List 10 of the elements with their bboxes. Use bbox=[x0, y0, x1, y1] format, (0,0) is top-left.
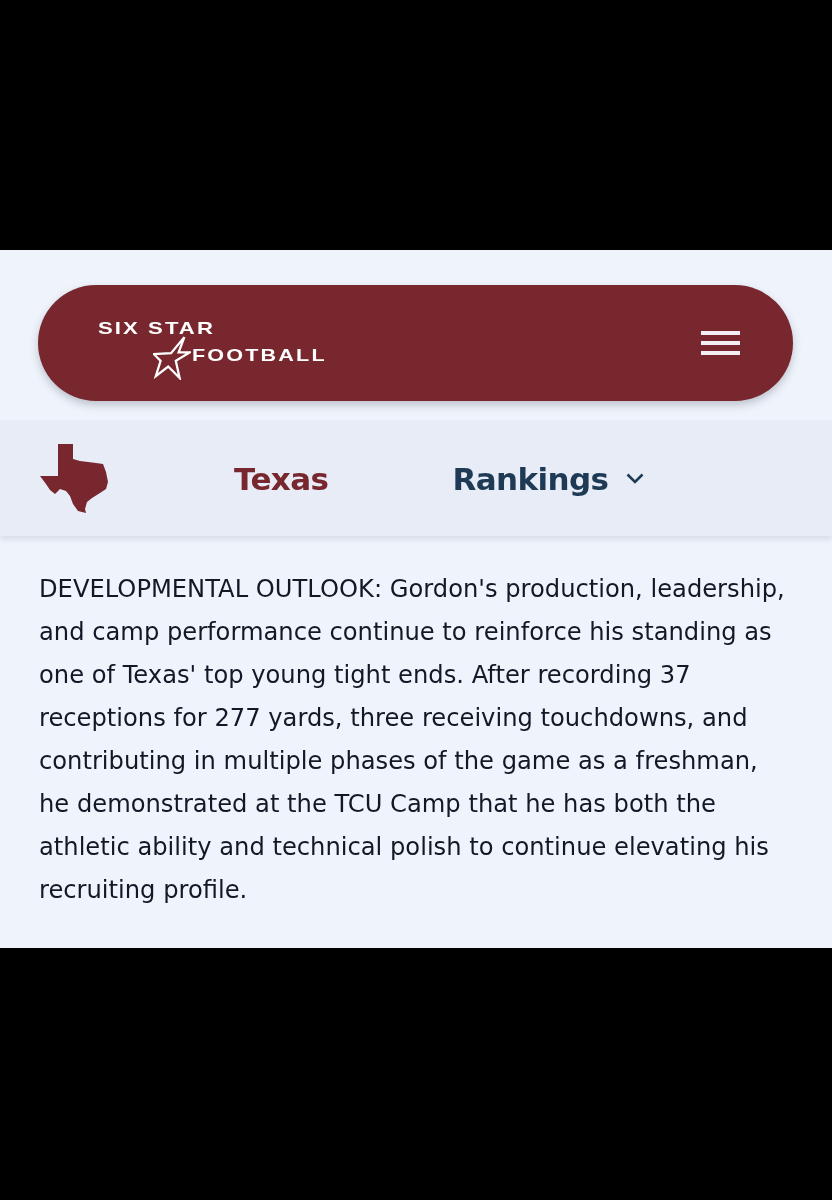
menu-icon bbox=[701, 331, 740, 355]
chevron-down-icon bbox=[626, 473, 645, 484]
article-paragraph: DEVELOPMENTAL OUTLOOK: Gordon's production, leadership, and camp performance continue to reinforce his standing as one of Texas' top young tight ends. After recording 37 receptions for 277 yards, three receiving touchdowns, and contributing in multiple phases of the game as a freshman, he demonstrated at the TCU Camp that he has both the athletic ability and technical polish to continue elevating his recruiting profile. bbox=[38, 574, 786, 906]
logo-text: FOOTBALL bbox=[192, 347, 327, 364]
logo-text: SIX STAR bbox=[98, 320, 215, 337]
nav-link[interactable]: Texas bbox=[234, 460, 329, 497]
dropdown-menu[interactable]: Rankings bbox=[452, 460, 645, 497]
menu-button[interactable] bbox=[701, 331, 740, 355]
texas-map-icon bbox=[40, 444, 108, 513]
star-icon bbox=[153, 336, 191, 380]
